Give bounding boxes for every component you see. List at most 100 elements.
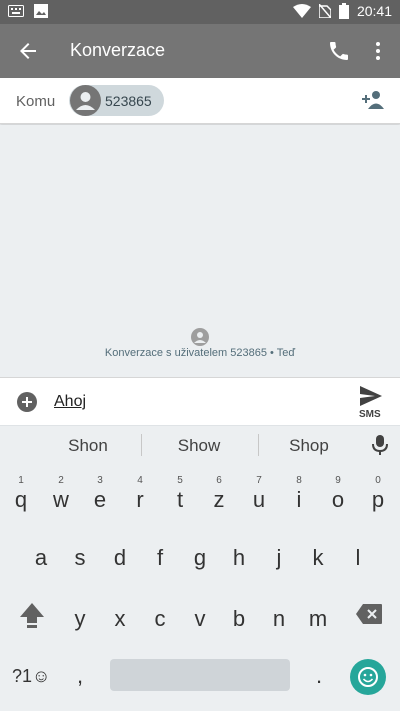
comma-key[interactable]: ,: [77, 663, 83, 689]
key-char: l: [355, 545, 361, 570]
contact-avatar-icon: [191, 328, 209, 346]
status-time: 20:41: [356, 3, 392, 19]
mic-icon[interactable]: [370, 434, 390, 456]
key-j[interactable]: j: [259, 533, 299, 583]
key-l[interactable]: l: [338, 533, 378, 583]
key-char: d: [113, 545, 127, 570]
key-n[interactable]: n: [259, 594, 299, 644]
status-bar: 20:41: [0, 0, 400, 24]
key-char: o: [331, 487, 345, 512]
key-hint: 8: [296, 475, 302, 486]
key-t[interactable]: 5t: [160, 467, 200, 517]
key-char: m: [308, 606, 328, 631]
key-char: z: [213, 487, 225, 512]
key-char: c: [154, 606, 166, 631]
no-sim-icon: [318, 4, 331, 18]
key-u[interactable]: 7u: [239, 467, 279, 517]
keyboard-notification-icon: [8, 5, 24, 17]
key-char: i: [296, 487, 302, 512]
key-d[interactable]: d: [100, 533, 140, 583]
key-h[interactable]: h: [219, 533, 259, 583]
avatar: [70, 85, 101, 116]
key-hint: 4: [137, 475, 143, 486]
key-s[interactable]: s: [60, 533, 100, 583]
key-e[interactable]: 3e: [80, 467, 120, 517]
battery-icon: [338, 3, 349, 19]
symbols-key[interactable]: ?1☺: [12, 666, 50, 687]
key-char: t: [176, 487, 184, 512]
arrow-back-icon[interactable]: [16, 39, 40, 63]
key-char: b: [232, 606, 246, 631]
phone-icon[interactable]: [327, 39, 351, 63]
key-char: r: [136, 487, 144, 512]
key-i[interactable]: 8i: [279, 467, 319, 517]
key-m[interactable]: m: [298, 594, 338, 644]
shift-icon[interactable]: [18, 601, 46, 629]
wifi-icon: [292, 4, 311, 18]
key-hint: 0: [375, 475, 381, 486]
send-icon: [360, 386, 382, 406]
period-key[interactable]: .: [316, 663, 322, 689]
key-char: a: [34, 545, 48, 570]
key-hint: 2: [58, 475, 64, 486]
key-r[interactable]: 4r: [120, 467, 160, 517]
key-c[interactable]: c: [140, 594, 180, 644]
image-notification-icon: [34, 4, 48, 18]
key-hint: 5: [177, 475, 183, 486]
recipient-chip[interactable]: 523865: [69, 85, 164, 116]
key-a[interactable]: a: [21, 533, 61, 583]
key-p[interactable]: 0p: [358, 467, 398, 517]
suggestion-3[interactable]: Shop: [259, 436, 359, 456]
key-k[interactable]: k: [298, 533, 338, 583]
suggestion-divider: [141, 434, 142, 456]
key-char: q: [14, 487, 28, 512]
key-char: y: [74, 606, 86, 631]
message-input[interactable]: [54, 390, 344, 414]
key-char: g: [193, 545, 207, 570]
key-char: e: [93, 487, 107, 512]
person-icon: [76, 92, 95, 110]
send-type-label: SMS: [359, 409, 381, 420]
recipient-row: Komu 523865: [0, 78, 400, 124]
conversation-info: Konverzace s uživatelem 523865 • Teď: [104, 347, 296, 359]
key-char: u: [252, 487, 266, 512]
key-char: s: [74, 545, 86, 570]
key-x[interactable]: x: [100, 594, 140, 644]
backspace-icon[interactable]: [355, 603, 383, 625]
recipient-label: Komu: [16, 93, 56, 110]
suggestion-strip: Shon Show Shop: [0, 425, 400, 463]
conversation-area: Konverzace s uživatelem 523865 • Teď: [0, 125, 400, 377]
person-add-icon[interactable]: [360, 89, 386, 111]
key-char: h: [232, 545, 246, 570]
emoji-button[interactable]: [350, 659, 386, 695]
key-hint: 1: [18, 475, 24, 486]
key-hint: 7: [256, 475, 262, 486]
key-f[interactable]: f: [140, 533, 180, 583]
key-z[interactable]: 6z: [199, 467, 239, 517]
key-g[interactable]: g: [180, 533, 220, 583]
key-y[interactable]: y: [60, 594, 100, 644]
compose-bar: SMS: [0, 377, 400, 425]
emoji-icon: [358, 667, 378, 687]
key-o[interactable]: 9o: [318, 467, 358, 517]
key-v[interactable]: v: [180, 594, 220, 644]
key-char: f: [156, 545, 164, 570]
key-char: p: [371, 487, 385, 512]
key-hint: 9: [335, 475, 341, 486]
suggestion-1[interactable]: Shon: [38, 436, 138, 456]
key-q[interactable]: 1q: [1, 467, 41, 517]
key-char: n: [272, 606, 286, 631]
recipient-chip-text: 523865: [105, 92, 152, 109]
key-char: k: [312, 545, 324, 570]
suggestion-2[interactable]: Show: [149, 436, 249, 456]
add-circle-icon[interactable]: [17, 392, 37, 412]
more-vert-icon[interactable]: [366, 39, 390, 63]
key-hint: 3: [97, 475, 103, 486]
app-bar: Konverzace: [0, 24, 400, 78]
send-button[interactable]: SMS: [356, 383, 386, 423]
key-w[interactable]: 2w: [41, 467, 81, 517]
key-hint: 6: [216, 475, 222, 486]
key-char: x: [114, 606, 126, 631]
key-b[interactable]: b: [219, 594, 259, 644]
space-key[interactable]: [110, 659, 290, 691]
